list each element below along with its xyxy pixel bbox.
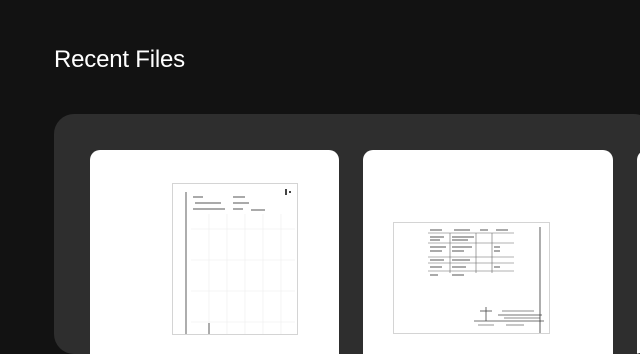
recent-file-card-1[interactable] — [90, 150, 339, 354]
form-document-preview — [185, 189, 295, 334]
file-thumbnail — [173, 184, 297, 334]
file-thumbnail — [394, 223, 549, 333]
recent-file-card-2[interactable] — [363, 150, 613, 354]
table-document-preview — [428, 227, 544, 333]
recent-files-heading: Recent Files — [54, 46, 185, 73]
recent-files-panel — [54, 114, 640, 354]
